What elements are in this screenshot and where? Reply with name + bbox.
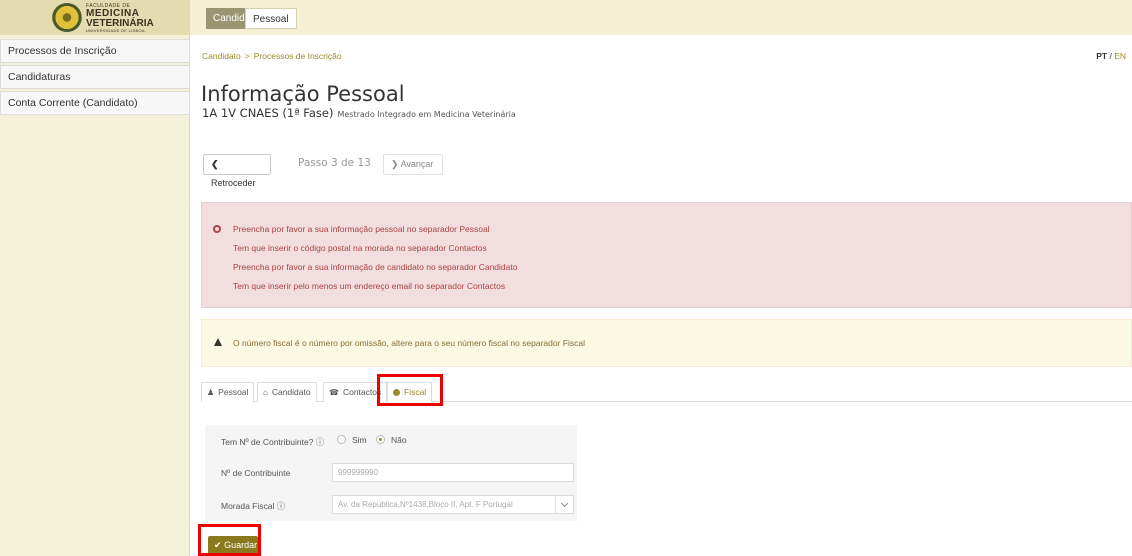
address-label: Morada Fiscal ⓘ: [221, 501, 286, 511]
nif-label: Nº de Contribuinte: [221, 468, 291, 478]
logo-line-3: UNIVERSIDADE DE LISBOA: [86, 28, 145, 33]
address-select[interactable]: Av. da República,Nº1438,Bloco II, Apt. F…: [332, 495, 574, 514]
institution-icon: ⌂: [263, 388, 268, 397]
lang-separator: /: [1109, 51, 1112, 61]
lang-en[interactable]: EN: [1114, 51, 1126, 61]
top-bar: FACULDADE DE MEDICINA VETERINÁRIA UNIVER…: [0, 0, 1132, 35]
next-button-label: Avançar: [400, 159, 434, 169]
error-icon: [213, 225, 221, 233]
radio-sim[interactable]: [337, 435, 346, 444]
chevron-down-icon[interactable]: [555, 496, 573, 513]
error-message: Tem que inserir pelo menos um endereço e…: [233, 281, 506, 291]
breadcrumb: Candidato > Processos de Inscrição: [202, 51, 342, 61]
has-nif-label: Tem Nº de Contribuinte? ⓘ: [221, 437, 325, 447]
tab-contactos-label: Contactos: [342, 387, 382, 397]
breadcrumb-item-candidato[interactable]: Candidato: [202, 51, 241, 61]
warning-message: O número fiscal é o número por omissão, …: [233, 338, 585, 348]
error-message: Preencha por favor a sua informação pess…: [233, 224, 490, 234]
university-seal-icon: [52, 3, 82, 32]
step-indicator: Passo 3 de 13: [298, 157, 371, 169]
warning-icon: [214, 338, 222, 346]
address-select-value: Av. da República,Nº1438,Bloco II, Apt. F…: [338, 500, 513, 509]
error-message: Preencha por favor a sua informação de c…: [233, 262, 518, 272]
warning-alert: O número fiscal é o número por omissão, …: [201, 319, 1132, 367]
nif-input[interactable]: 999999990: [332, 463, 574, 482]
phone-icon: ☎: [329, 388, 339, 397]
top-tab-pessoal[interactable]: Pessoal: [245, 8, 297, 29]
sidebar: Processos de Inscrição Candidaturas Cont…: [0, 35, 190, 556]
logo-text: FACULDADE DE MEDICINA VETERINÁRIA UNIVER…: [86, 4, 186, 33]
sidebar-item-conta-corrente[interactable]: Conta Corrente (Candidato): [0, 91, 190, 115]
error-message: Tem que inserir o código postal na morad…: [233, 243, 487, 253]
language-switcher: PT / EN: [1096, 51, 1126, 61]
subtitle-main: 1A 1V CNAES (1ª Fase): [202, 106, 334, 120]
sidebar-item-processos[interactable]: Processos de Inscrição: [0, 39, 190, 63]
form-tabs: ♟ Pessoal ⌂ Candidato ☎ Contactos Fiscal: [201, 382, 1132, 402]
breadcrumb-separator: >: [244, 51, 250, 61]
user-icon: ♟: [207, 388, 215, 397]
chevron-right-icon: ❯: [391, 159, 399, 169]
error-alert: Preencha por favor a sua informação pess…: [201, 202, 1132, 308]
back-button-label: Retroceder: [211, 178, 256, 188]
fiscal-form: Tem Nº de Contribuinte? ⓘ Sim Não Nº de …: [205, 425, 577, 521]
radio-sim-label[interactable]: Sim: [352, 435, 367, 445]
tab-pessoal[interactable]: ♟ Pessoal: [201, 382, 255, 402]
page-subtitle: 1A 1V CNAES (1ª Fase) Mestrado Integrado …: [202, 106, 516, 120]
radio-nao-label[interactable]: Não: [391, 435, 407, 445]
lang-pt[interactable]: PT: [1096, 51, 1107, 61]
sidebar-item-candidaturas[interactable]: Candidaturas: [0, 65, 190, 89]
breadcrumb-item-processos[interactable]: Processos de Inscrição: [254, 51, 342, 61]
tab-candidato-label: Candidato: [271, 387, 311, 397]
chevron-left-icon: ❮: [211, 159, 219, 169]
subtitle-course: Mestrado Integrado em Medicina Veterinár…: [337, 110, 516, 119]
highlight-box-fiscal-tab: [377, 374, 443, 406]
tab-pessoal-label: Pessoal: [218, 387, 249, 397]
page-title: Informação Pessoal: [201, 82, 405, 106]
highlight-box-save-button: [198, 524, 261, 556]
tab-candidato[interactable]: ⌂ Candidato: [257, 382, 317, 402]
radio-nao[interactable]: [376, 435, 385, 444]
logo[interactable]: FACULDADE DE MEDICINA VETERINÁRIA UNIVER…: [0, 0, 190, 35]
next-button[interactable]: ❯ Avançar: [383, 154, 443, 175]
back-button[interactable]: ❮ Retroceder: [203, 154, 271, 188]
